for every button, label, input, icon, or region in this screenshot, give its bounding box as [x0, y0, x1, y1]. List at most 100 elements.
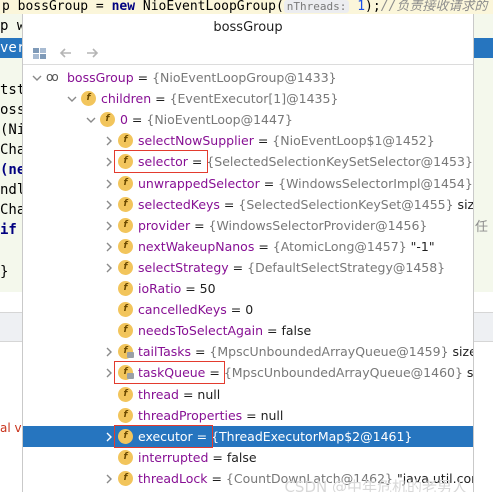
field-value: {AtomicLong@1457}: [272, 238, 407, 254]
expand-arrow-icon[interactable]: [103, 257, 115, 278]
field-name: selectNowSupplier: [138, 133, 254, 149]
tree-row-selectNowSupplier[interactable]: f selectNowSupplier = {NioEventLoop$1@145…: [23, 130, 473, 151]
tree-view-icon[interactable]: [31, 44, 49, 62]
tree-row-executor[interactable]: f executor = {ThreadExecutorMap$2@1461}: [23, 425, 473, 447]
field-name: provider: [138, 217, 191, 233]
expand-arrow-icon[interactable]: [103, 151, 115, 172]
tree-row-provider[interactable]: f provider = {WindowsSelectorProvider@145…: [23, 215, 473, 236]
field-icon: f: [118, 428, 133, 444]
code-line: }: [0, 264, 9, 280]
field-icon: f: [100, 112, 115, 128]
field-name: tailTasks: [138, 344, 191, 360]
equals-sign: =: [253, 133, 273, 149]
collapse-arrow-icon[interactable]: [85, 109, 97, 130]
tree-row-unwrappedSelector[interactable]: f unwrappedSelector = {WindowsSelectorImp…: [23, 173, 473, 194]
tree-row-0[interactable]: f0 = {NioEventLoop@1447}: [23, 109, 473, 130]
equals-sign: =: [178, 386, 198, 402]
expand-arrow-icon[interactable]: [103, 362, 115, 383]
tree-row-threadLock[interactable]: f threadLock = {CountDownLatch@1462} "jav…: [23, 468, 473, 489]
tree-row-selectStrategy[interactable]: f selectStrategy = {DefaultSelectStrategy…: [23, 257, 473, 278]
equals-sign: =: [127, 112, 147, 128]
expand-arrow-icon[interactable]: [103, 173, 115, 194]
field-extra: size = 0: [457, 196, 474, 212]
tree-row-threadProperties[interactable]: f threadProperties = null: [23, 405, 473, 426]
field-value: {CountDownLatch@1462}: [225, 470, 393, 486]
field-value: {SelectedSelectionKeySet@1455}: [238, 196, 454, 212]
code-line: if: [0, 222, 17, 238]
field-name: interrupted: [138, 449, 209, 465]
code-lines-left: p w veri tst oss (Ni Cha (ne ndl Cha if}: [0, 14, 22, 292]
code-line: Cha: [0, 202, 22, 218]
code-line: (Ni: [0, 122, 22, 138]
code-line: tst: [0, 82, 22, 98]
tree-row-label: interrupted = false: [138, 447, 257, 468]
tree-row-bossGroup[interactable]: oo bossGroup = {NioEventLoopGroup@1433}: [23, 67, 473, 88]
equals-sign: =: [187, 154, 207, 170]
equals-sign: =: [242, 407, 261, 423]
tree-row-label: threadProperties = null: [138, 405, 283, 426]
field-value: {SelectedSelectionKeySetSelector@1453}: [206, 154, 473, 170]
tree-row-children[interactable]: f children = {EventExecutor[1]@1435}: [23, 88, 473, 109]
code-line: Cha: [0, 142, 22, 158]
equals-sign: =: [151, 91, 170, 107]
expand-arrow-icon[interactable]: [103, 194, 115, 215]
equals-sign: =: [228, 259, 248, 275]
field-name: selectStrategy: [138, 259, 229, 275]
tree-row-label: selectStrategy = {DefaultSelectStrategy@…: [138, 257, 445, 278]
field-value: {WindowsSelectorImpl@1454}: [278, 175, 473, 191]
expand-arrow-icon[interactable]: [103, 426, 115, 447]
field-name: selectedKeys: [138, 196, 220, 212]
tree-row-label: nextWakeupNanos = {AtomicLong@1457} "-1": [138, 236, 435, 257]
field-name: cancelledKeys: [138, 302, 227, 318]
tree-row-label: tailTasks = {MpscUnboundedArrayQueue@145…: [138, 341, 473, 362]
forward-arrow-icon[interactable]: [83, 44, 101, 62]
tree-row-selectedKeys[interactable]: f selectedKeys = {SelectedSelectionKeySet…: [23, 194, 474, 215]
field-value: {WindowsSelectorProvider@1456}: [208, 217, 428, 233]
field-name: selector: [138, 154, 188, 170]
code-line: veri: [0, 38, 22, 58]
collapse-arrow-icon[interactable]: [31, 67, 43, 88]
equals-sign: =: [263, 323, 282, 339]
equals-sign: =: [254, 238, 273, 254]
tree-row-interrupted[interactable]: f interrupted = false: [23, 447, 473, 468]
field-icon: f: [118, 196, 133, 212]
back-arrow-icon[interactable]: [57, 44, 75, 62]
tree-row-ioRatio[interactable]: f ioRatio = 50: [23, 278, 473, 299]
tree-row-selector[interactable]: f selector = {SelectedSelectionKeySetSele…: [23, 151, 473, 172]
field-value: {ThreadExecutorMap$2@1461}: [211, 428, 413, 444]
tree-row-label: ioRatio = 50: [138, 278, 216, 299]
field-icon: f: [118, 407, 133, 423]
code-selection-right: [474, 38, 493, 58]
tree-row-label: provider = {WindowsSelectorProvider@1456…: [138, 215, 427, 236]
expand-arrow-icon[interactable]: [103, 468, 115, 489]
lock-icon: [127, 373, 134, 380]
tree-row-tailTasks[interactable]: f tailTasks = {MpscUnboundedArrayQueue@14…: [23, 341, 473, 362]
tree-row-label: executor = {ThreadExecutorMap$2@1461}: [138, 426, 412, 447]
tree-row-thread[interactable]: f thread = null: [23, 384, 473, 405]
watch-object-icon: oo: [46, 70, 59, 84]
equals-sign: =: [133, 70, 153, 85]
expand-arrow-icon[interactable]: [103, 130, 115, 151]
popup-title[interactable]: bossGroup: [23, 14, 473, 41]
debugger-evaluate-popup[interactable]: bossGroup oo bossGroup = {NioEventLoopGro…: [22, 14, 474, 492]
tree-row-cancelledKeys[interactable]: f cancelledKeys = 0: [23, 299, 473, 320]
tree-row-nextWakeupNanos[interactable]: f nextWakeupNanos = {AtomicLong@1457} "-1…: [23, 236, 473, 257]
collapse-arrow-icon[interactable]: [66, 88, 78, 109]
tree-row-needsToSelectAgain[interactable]: f needsToSelectAgain = false: [23, 320, 473, 341]
tree-row-taskQueue[interactable]: f taskQueue = {MpscUnboundedArrayQueue@14…: [23, 362, 473, 383]
field-name: threadLock: [138, 470, 208, 486]
expand-arrow-icon[interactable]: [103, 236, 115, 257]
expand-arrow-icon[interactable]: [103, 215, 115, 236]
field-value: {NioEventLoop@1447}: [146, 112, 293, 128]
equals-sign: =: [205, 365, 224, 381]
expand-arrow-icon[interactable]: [103, 341, 115, 362]
variables-tree[interactable]: oo bossGroup = {NioEventLoopGroup@1433} f c…: [23, 67, 474, 492]
final-field-icon: f: [118, 365, 134, 381]
field-value: {DefaultSelectStrategy@1458}: [247, 259, 446, 275]
code-line: p w: [0, 18, 22, 34]
editor-band-right: [474, 312, 493, 342]
code-comment: //负责接收请求的: [380, 0, 488, 14]
lock-icon: [127, 352, 134, 359]
field-name: children: [101, 91, 152, 107]
